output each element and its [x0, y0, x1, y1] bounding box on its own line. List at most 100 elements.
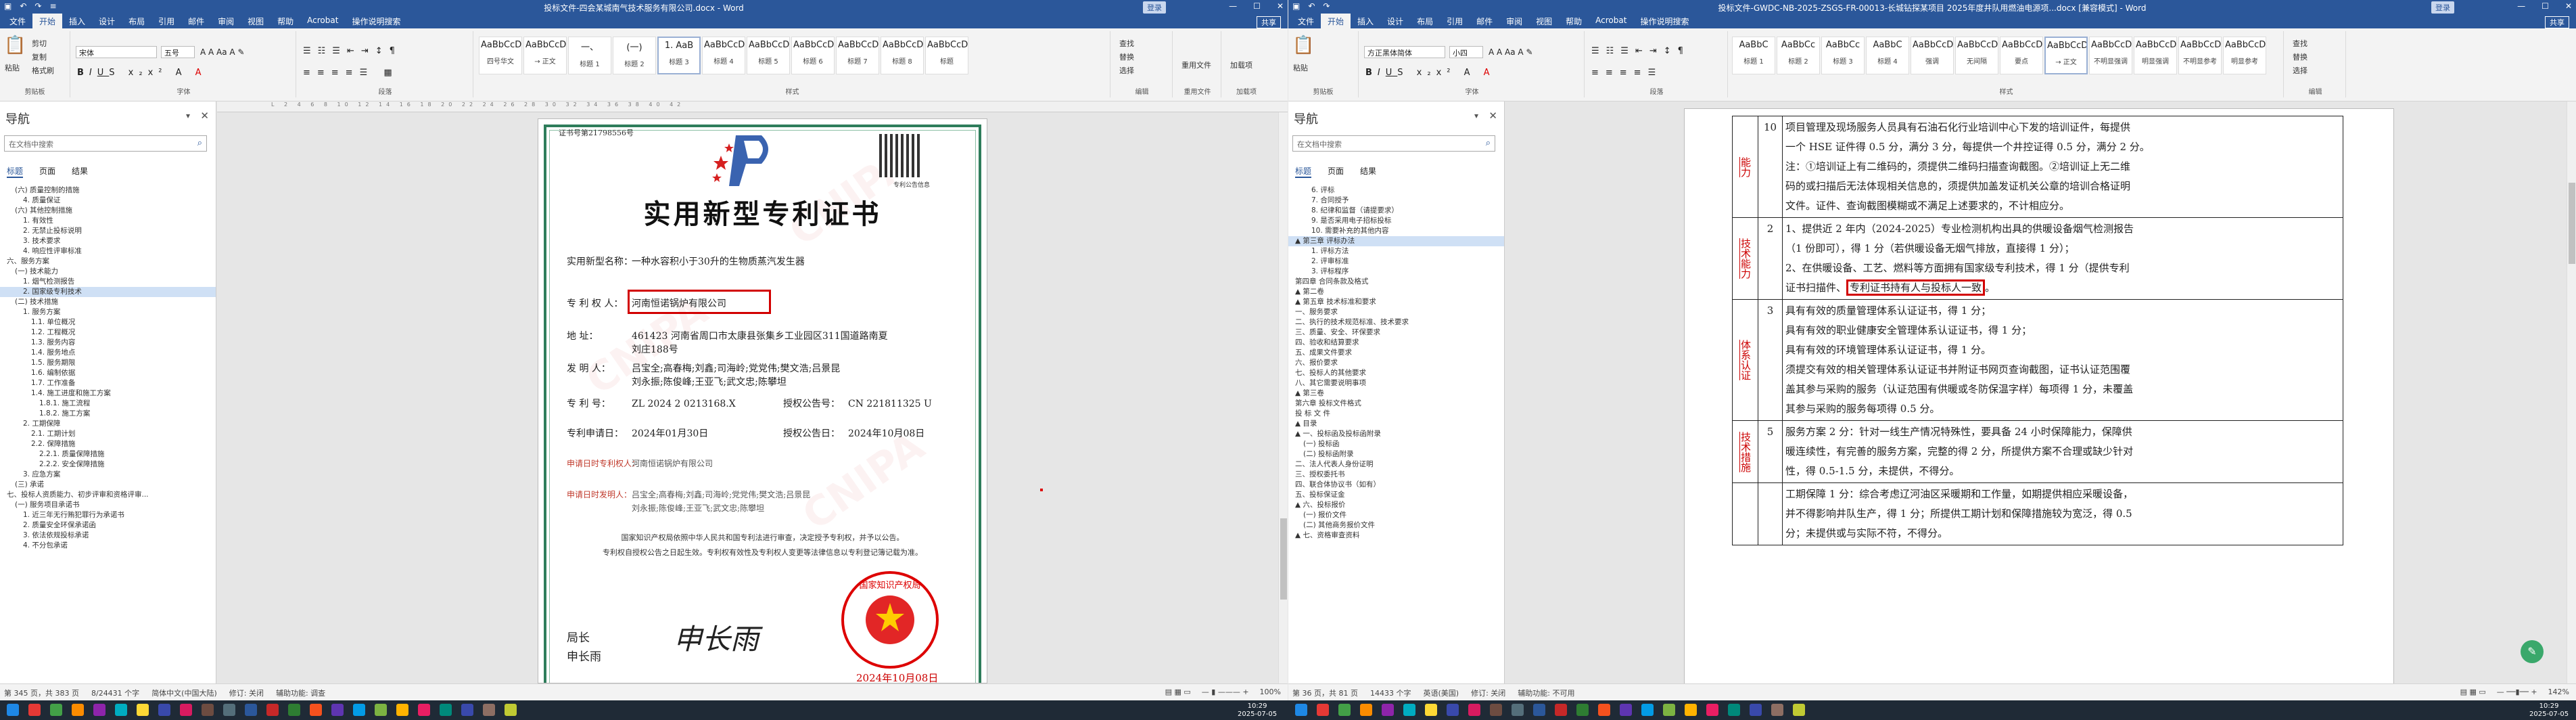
nav-heading-item[interactable]: 4. 不分包承诺 [0, 541, 216, 551]
nav-tab-headings[interactable]: 标题 [7, 165, 24, 178]
style-item[interactable]: AaBbCc 标题 3 [1821, 37, 1865, 74]
taskbar-app-icon[interactable] [202, 704, 214, 716]
taskbar-app-icon[interactable] [1490, 704, 1502, 716]
tab-insert[interactable]: 插入 [62, 14, 92, 28]
nav-heading-item[interactable]: 1. 有效性 [0, 216, 216, 226]
minimize-icon[interactable]: — [2517, 1, 2525, 11]
style-item[interactable]: AaBbCcD 四号华文 [479, 37, 522, 74]
taskbar-app-icon[interactable] [310, 704, 322, 716]
login-button[interactable]: 登录 [1143, 1, 1166, 14]
tab-layout[interactable]: 布局 [122, 14, 151, 28]
zoom-level[interactable]: 100% [1260, 688, 1281, 696]
taskbar-app-icon[interactable] [180, 704, 192, 716]
nav-heading-item[interactable]: 3. 技术要求 [0, 236, 216, 246]
view-buttons[interactable]: ▤ ▦ ▭ [1165, 688, 1191, 696]
taskbar-app-icon[interactable] [1685, 704, 1697, 716]
taskbar-app-icon[interactable] [266, 704, 279, 716]
tab-file[interactable]: 文件 [1291, 14, 1321, 28]
nav-heading-item[interactable]: 1.8.1. 施工流程 [0, 399, 216, 409]
nav-heading-item[interactable]: (一) 服务项目承诺书 [0, 500, 216, 510]
tab-insert[interactable]: 插入 [1351, 14, 1380, 28]
nav-heading-item[interactable]: 七、投标人资质能力、初步评审和资格评审... [0, 490, 216, 500]
nav-heading-item[interactable]: (一) 投标函 [1288, 439, 1504, 449]
scroll-thumb[interactable] [1280, 518, 1287, 600]
align-buttons[interactable]: ≡≡≡≡☰ ▦ [303, 68, 399, 78]
taskbar-app-icon[interactable] [93, 704, 106, 716]
list-buttons[interactable]: ☰☷☰⇤⇥↕¶ [1591, 46, 1690, 56]
taskbar-app-icon[interactable] [1555, 704, 1567, 716]
zoom-slider[interactable]: — ──▮── + [2497, 688, 2537, 696]
nav-heading-item[interactable]: ▲ 第三卷 [1288, 388, 1504, 399]
nav-heading-item[interactable]: 2.1. 工期计划 [0, 429, 216, 439]
taskbar-app-icon[interactable] [483, 704, 495, 716]
page-count[interactable]: 第 345 页，共 383 页 [4, 688, 79, 698]
taskbar-app-icon[interactable] [461, 704, 473, 716]
view-buttons[interactable]: ▤ ▦ ▭ [2460, 688, 2486, 696]
nav-heading-item[interactable]: 4. 响应性评审标准 [0, 246, 216, 256]
nav-heading-item[interactable]: 1. 评标方法 [1288, 246, 1504, 256]
nav-heading-item[interactable]: 3. 评标程序 [1288, 267, 1504, 277]
taskbar-app-icon[interactable] [1771, 704, 1783, 716]
nav-heading-item[interactable]: 1.1. 单位概况 [0, 317, 216, 328]
accessibility[interactable]: 辅助功能: 不可用 [1518, 688, 1574, 698]
nav-heading-item[interactable]: 八、其它需要说明事项 [1288, 378, 1504, 388]
style-item[interactable]: AaBbCcD 标题 [925, 37, 968, 74]
language[interactable]: 简体中文(中国大陆) [151, 688, 217, 698]
nav-heading-item[interactable]: 4. 质量保证 [0, 196, 216, 206]
zoom-slider[interactable]: — ▮ ——— + [1202, 688, 1249, 696]
select-button[interactable]: 选择 [1117, 64, 1136, 77]
close-icon[interactable]: ✕ [1489, 110, 1497, 122]
track-changes[interactable]: 修订: 关闭 [229, 688, 264, 698]
nav-heading-item[interactable]: ▲ 第二卷 [1288, 287, 1504, 297]
nav-heading-item[interactable]: 1. 近三年无行贿犯罪行为承诺书 [0, 510, 216, 520]
style-item[interactable]: AaBbCcD → 正文 [2044, 37, 2088, 74]
taskbar-app-icon[interactable] [331, 704, 344, 716]
tab-references[interactable]: 引用 [151, 14, 181, 28]
taskbar-app-icon[interactable] [505, 704, 517, 716]
tab-file[interactable]: 文件 [3, 14, 32, 28]
tell-me-search[interactable]: 操作说明搜索 [345, 14, 407, 28]
nav-tab-pages[interactable]: 页面 [1328, 165, 1344, 178]
tab-acrobat[interactable]: Acrobat [300, 14, 345, 28]
close-icon[interactable]: ✕ [2565, 1, 2572, 11]
style-item[interactable]: AaBbCcD 标题 8 [881, 37, 924, 74]
taskbar-app-icon[interactable] [245, 704, 257, 716]
close-icon[interactable]: ✕ [1277, 1, 1284, 11]
font-style-buttons[interactable]: BIUS x₂x² A A [77, 68, 207, 78]
nav-heading-item[interactable]: 二、执行的技术规范标准、技术要求 [1288, 317, 1504, 328]
share-button[interactable]: 共享 [2545, 16, 2569, 28]
tab-review[interactable]: 审阅 [1499, 14, 1529, 28]
nav-heading-item[interactable]: 1.2. 工程概况 [0, 328, 216, 338]
page-count[interactable]: 第 36 页，共 81 页 [1292, 688, 1358, 698]
taskbar-app-icon[interactable] [1403, 704, 1415, 716]
search-icon[interactable]: ⌕ [1486, 138, 1491, 148]
taskbar-app-icon[interactable] [1620, 704, 1632, 716]
taskbar-app-icon[interactable] [375, 704, 387, 716]
tab-view[interactable]: 视图 [1529, 14, 1559, 28]
taskbar-clock-left[interactable]: 10:29 2025-07-05 [1238, 702, 1277, 719]
font-size-select[interactable]: 小四 [1449, 46, 1483, 58]
nav-heading-item[interactable]: 1.5. 服务期限 [0, 358, 216, 368]
font-size-buttons[interactable]: A A Aa A ✎ [1489, 47, 1533, 57]
taskbar-app-icon[interactable] [288, 704, 300, 716]
style-item[interactable]: AaBbCcD 强调 [1911, 37, 1954, 74]
nav-heading-item[interactable]: 1. 烟气检测报告 [0, 277, 216, 287]
nav-heading-item[interactable]: 6. 评标 [1288, 185, 1504, 196]
taskbar-app-icon[interactable] [1706, 704, 1718, 716]
nav-heading-item[interactable]: 2.2.2. 安全保障措施 [0, 459, 216, 470]
nav-heading-item[interactable]: 3. 应急方案 [0, 470, 216, 480]
style-item[interactable]: 一、 标题 1 [568, 37, 611, 74]
nav-heading-item[interactable]: 2. 评审标准 [1288, 256, 1504, 267]
nav-heading-item[interactable]: 2. 工期保障 [0, 419, 216, 429]
format-painter-button[interactable]: 格式刷 [30, 64, 56, 77]
taskbar-app-icon[interactable] [223, 704, 235, 716]
nav-heading-item[interactable]: 2. 无禁止投标说明 [0, 226, 216, 236]
taskbar-app-icon[interactable] [7, 704, 19, 716]
nav-heading-item[interactable]: (一) 技术能力 [0, 267, 216, 277]
tab-home[interactable]: 开始 [32, 14, 63, 28]
nav-heading-item[interactable]: 第四章 合同条款及格式 [1288, 277, 1504, 287]
tab-design[interactable]: 设计 [1380, 14, 1410, 28]
chevron-down-icon[interactable]: ▾ [1474, 111, 1478, 120]
close-icon[interactable]: ✕ [200, 110, 209, 122]
nav-heading-item[interactable]: 投 标 文 件 [1288, 409, 1504, 419]
